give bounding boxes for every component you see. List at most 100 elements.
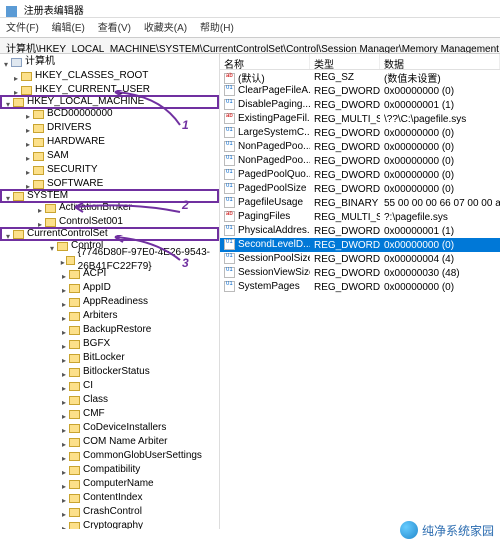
- tree-item[interactable]: ▸HARDWARE: [0, 135, 219, 149]
- tree-item-label[interactable]: Compatibility: [83, 463, 140, 477]
- chevron-right-icon[interactable]: ▸: [24, 166, 32, 174]
- chevron-right-icon[interactable]: ▸: [60, 368, 68, 376]
- value-name[interactable]: SessionPoolSize: [220, 253, 310, 264]
- chevron-right-icon[interactable]: ▸: [60, 284, 68, 292]
- chevron-down-icon[interactable]: ▾: [2, 58, 10, 66]
- tree-item-hkcr[interactable]: ▸ HKEY_CLASSES_ROOT: [0, 69, 219, 83]
- value-row[interactable]: NonPagedPoo...REG_DWORD0x00000000 (0): [220, 154, 500, 168]
- tree-item-label[interactable]: ContentIndex: [83, 491, 143, 505]
- chevron-right-icon[interactable]: ▸: [60, 466, 68, 474]
- tree-item-label[interactable]: AppReadiness: [83, 295, 148, 309]
- tree-item-label[interactable]: Arbiters: [83, 309, 117, 323]
- chevron-right-icon[interactable]: ▸: [24, 124, 32, 132]
- menu-favorites[interactable]: 收藏夹(A): [144, 23, 187, 34]
- value-name[interactable]: NonPagedPoo...: [220, 155, 310, 166]
- tree-item[interactable]: ▸ BitLocker: [0, 351, 219, 365]
- chevron-down-icon[interactable]: ▾: [48, 242, 56, 250]
- tree-item-label[interactable]: CrashControl: [83, 505, 142, 519]
- chevron-right-icon[interactable]: ▸: [60, 396, 68, 404]
- value-name[interactable]: LargeSystemC...: [220, 127, 310, 138]
- chevron-right-icon[interactable]: ▸: [60, 326, 68, 334]
- chevron-right-icon[interactable]: ▸: [60, 424, 68, 432]
- tree-item[interactable]: ▸BitlockerStatus: [0, 365, 219, 379]
- chevron-right-icon[interactable]: ▸: [36, 218, 44, 226]
- tree-item[interactable]: ▸ AppID: [0, 281, 219, 295]
- menu-file[interactable]: 文件(F): [6, 23, 39, 34]
- chevron-right-icon[interactable]: ▸: [24, 110, 32, 118]
- tree-item[interactable]: ▸ CI: [0, 379, 219, 393]
- tree-item[interactable]: ▸ Arbiters: [0, 309, 219, 323]
- chevron-right-icon[interactable]: ▸: [60, 480, 68, 488]
- value-name[interactable]: NonPagedPoo...: [220, 141, 310, 152]
- chevron-right-icon[interactable]: ▸: [60, 354, 68, 362]
- value-name[interactable]: ClearPageFileA...: [220, 85, 310, 96]
- tree-item[interactable]: ▸CoDeviceInstallers: [0, 421, 219, 435]
- tree-root[interactable]: ▾ 计算机: [0, 55, 219, 69]
- chevron-right-icon[interactable]: ▸: [12, 86, 20, 94]
- value-name[interactable]: PhysicalAddres...: [220, 225, 310, 236]
- tree-item-label[interactable]: ComputerName: [83, 477, 154, 491]
- chevron-right-icon[interactable]: ▸: [60, 312, 68, 320]
- value-row[interactable]: PhysicalAddres...REG_DWORD0x00000001 (1): [220, 224, 500, 238]
- value-name[interactable]: (默认): [220, 70, 310, 85]
- chevron-right-icon[interactable]: ▸: [60, 508, 68, 516]
- value-name[interactable]: DisablePaging...: [220, 99, 310, 110]
- value-row[interactable]: PagedPoolSizeREG_DWORD0x00000000 (0): [220, 182, 500, 196]
- tree-item[interactable]: ▸ Class: [0, 393, 219, 407]
- tree-item-label[interactable]: CommonGlobUserSettings: [83, 449, 202, 463]
- chevron-right-icon[interactable]: ▸: [12, 72, 20, 80]
- value-row[interactable]: SessionViewSizeREG_DWORD0x00000030 (48): [220, 266, 500, 280]
- tree-item[interactable]: ▸ Cryptography: [0, 519, 219, 529]
- tree-item-label[interactable]: Class: [83, 393, 108, 407]
- tree-item[interactable]: ▸ BGFX: [0, 337, 219, 351]
- menu-edit[interactable]: 编辑(E): [52, 23, 85, 34]
- value-row[interactable]: PagedPoolQuo...REG_DWORD0x00000000 (0): [220, 168, 500, 182]
- tree-item[interactable]: ▸ BackupRestore: [0, 323, 219, 337]
- values-pane[interactable]: 名称 类型 数据 (默认)REG_SZ(数值未设置)ClearPageFileA…: [220, 54, 500, 529]
- tree-item-label[interactable]: AppID: [83, 281, 111, 295]
- tree-item[interactable]: ▸ CommonGlobUserSettings: [0, 449, 219, 463]
- tree-item-label[interactable]: ACPI: [83, 267, 106, 281]
- value-name[interactable]: PagedPoolQuo...: [220, 169, 310, 180]
- tree-item-label[interactable]: BitLocker: [83, 351, 125, 365]
- chevron-right-icon[interactable]: ▸: [60, 522, 68, 529]
- column-data[interactable]: 数据: [380, 54, 500, 69]
- value-row[interactable]: LargeSystemC...REG_DWORD0x00000000 (0): [220, 126, 500, 140]
- value-row[interactable]: SystemPagesREG_DWORD0x00000000 (0): [220, 280, 500, 294]
- tree-item-currentcontrolset[interactable]: ▾ CurrentControlSet: [0, 227, 219, 241]
- chevron-right-icon[interactable]: ▸: [36, 204, 44, 212]
- value-row[interactable]: DisablePaging...REG_DWORD0x00000001 (1): [220, 98, 500, 112]
- value-row[interactable]: PagefileUsageREG_BINARY55 00 00 00 66 07…: [220, 196, 500, 210]
- tree-item[interactable]: ▸ AppReadiness: [0, 295, 219, 309]
- tree-item[interactable]: ▸ CrashControl: [0, 505, 219, 519]
- value-row[interactable]: ExistingPageFil...REG_MULTI_SZ\??\C:\pag…: [220, 112, 500, 126]
- tree-item[interactable]: ▸ ContentIndex: [0, 491, 219, 505]
- chevron-down-icon[interactable]: ▾: [4, 192, 12, 200]
- value-name[interactable]: PagedPoolSize: [220, 183, 310, 194]
- chevron-right-icon[interactable]: ▸: [60, 452, 68, 460]
- tree-item-label[interactable]: Cryptography: [83, 519, 143, 529]
- value-name[interactable]: PagefileUsage: [220, 197, 310, 208]
- tree-item[interactable]: ▸SAM: [0, 149, 219, 163]
- tree-item[interactable]: ▸ COM Name Arbiter: [0, 435, 219, 449]
- value-row[interactable]: NonPagedPoo...REG_DWORD0x00000000 (0): [220, 140, 500, 154]
- chevron-right-icon[interactable]: ▸: [60, 382, 68, 390]
- chevron-right-icon[interactable]: ▸: [60, 298, 68, 306]
- chevron-right-icon[interactable]: ▸: [60, 256, 65, 264]
- menu-view[interactable]: 查看(V): [98, 23, 131, 34]
- value-name[interactable]: SecondLevelD...: [220, 239, 310, 250]
- chevron-right-icon[interactable]: ▸: [60, 494, 68, 502]
- tree-item-hklm[interactable]: ▾ HKEY_LOCAL_MACHINE: [0, 95, 219, 109]
- value-row[interactable]: SecondLevelD...REG_DWORD0x00000000 (0): [220, 238, 500, 252]
- chevron-down-icon[interactable]: ▾: [4, 230, 12, 238]
- tree-item[interactable]: ▸CMF: [0, 407, 219, 421]
- tree-item-label[interactable]: CI: [83, 379, 93, 393]
- chevron-right-icon[interactable]: ▸: [60, 340, 68, 348]
- tree-item[interactable]: ▸ Compatibility: [0, 463, 219, 477]
- chevron-right-icon[interactable]: ▸: [60, 270, 68, 278]
- tree-item-label[interactable]: BGFX: [83, 337, 110, 351]
- tree-item-label[interactable]: BackupRestore: [83, 323, 151, 337]
- chevron-right-icon[interactable]: ▸: [24, 180, 32, 188]
- tree-item-label[interactable]: COM Name Arbiter: [83, 435, 167, 449]
- chevron-right-icon[interactable]: ▸: [60, 438, 68, 446]
